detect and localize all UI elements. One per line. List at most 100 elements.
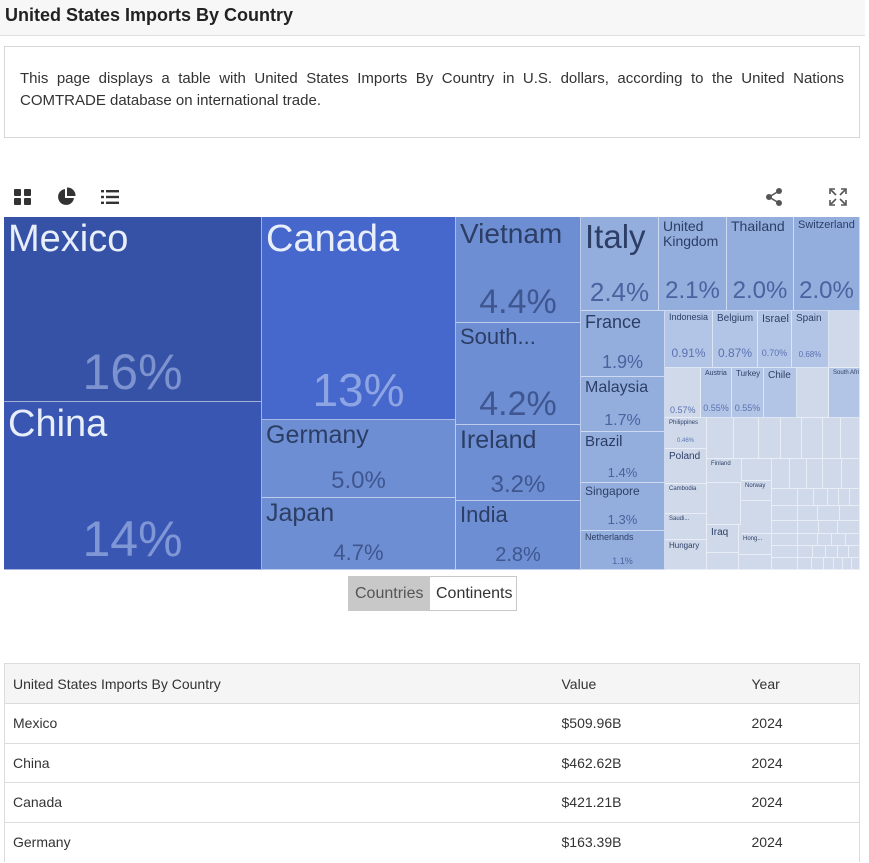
treemap-tile-other[interactable]: [841, 418, 860, 459]
table-row[interactable]: Canada $421.21B 2024: [4, 782, 860, 822]
treemap-tile[interactable]: Brazil 1.4%: [581, 432, 665, 483]
treemap-tile-other[interactable]: [798, 521, 819, 534]
treemap-tile[interactable]: France 1.9%: [581, 311, 665, 377]
treemap-tile[interactable]: South Africa: [829, 368, 860, 418]
treemap-tile-other[interactable]: [707, 418, 734, 459]
treemap-tile[interactable]: Poland: [665, 449, 707, 484]
table-row[interactable]: China $462.62B 2024: [4, 742, 860, 783]
treemap-tile[interactable]: Thailand 2.0%: [727, 217, 794, 311]
treemap-tile-other[interactable]: [772, 459, 790, 489]
treemap-tile[interactable]: Netherlands 1.1%: [581, 531, 665, 570]
treemap-tile-other[interactable]: [852, 558, 860, 570]
treemap-tile[interactable]: Mexico 16%: [4, 217, 262, 402]
treemap-tile-other[interactable]: [832, 534, 846, 546]
treemap-tile-other[interactable]: [813, 546, 826, 558]
treemap-tile-other[interactable]: [807, 459, 823, 489]
treemap-tile-other[interactable]: [790, 459, 807, 489]
treemap-tile[interactable]: Hong...: [739, 534, 772, 555]
treemap-tile[interactable]: Turkey 0.55%: [732, 368, 764, 418]
treemap-tile-other[interactable]: [814, 489, 828, 506]
treemap-tile-other[interactable]: [823, 418, 841, 459]
treemap-tile-other[interactable]: [812, 558, 824, 570]
treemap-tile-other[interactable]: [818, 506, 840, 521]
treemap-tile[interactable]: Japan 4.7%: [262, 498, 456, 570]
treemap-tile-other[interactable]: [742, 459, 772, 481]
treemap-tile[interactable]: China 14%: [4, 402, 262, 570]
treemap-tile-other[interactable]: [842, 459, 860, 489]
treemap-tile[interactable]: Norway: [741, 481, 772, 501]
treemap-tile[interactable]: Indonesia 0.91%: [665, 311, 713, 368]
treemap-tile-other[interactable]: [707, 483, 741, 525]
treemap-tile-other[interactable]: [849, 546, 860, 558]
treemap-tile-other[interactable]: [759, 418, 781, 459]
treemap-tile[interactable]: Philippines 0.46%: [665, 418, 707, 449]
treemap-view-icon[interactable]: [13, 187, 33, 207]
column-header-country[interactable]: United States Imports By Country: [4, 663, 554, 704]
treemap-tile-other[interactable]: [798, 558, 812, 570]
treemap-tile-other[interactable]: [839, 489, 850, 506]
list-view-icon[interactable]: [100, 187, 120, 207]
treemap-tile-other[interactable]: [798, 506, 818, 521]
treemap-tile-other[interactable]: [850, 489, 860, 506]
column-header-year[interactable]: Year: [743, 663, 860, 704]
treemap-tile[interactable]: Iraq: [707, 525, 739, 553]
treemap-tile-other[interactable]: [828, 489, 839, 506]
treemap-tile-other[interactable]: [798, 489, 814, 506]
treemap-tile-other[interactable]: [734, 418, 759, 459]
treemap-tile[interactable]: United Kingdom 2.1%: [659, 217, 727, 311]
treemap-tile[interactable]: Germany 5.0%: [262, 420, 456, 498]
treemap-tile-other[interactable]: [772, 534, 798, 546]
treemap-tile[interactable]: Canada 13%: [262, 217, 456, 420]
table-row[interactable]: Mexico $509.96B 2024: [4, 703, 860, 743]
treemap-tile-other[interactable]: [826, 546, 838, 558]
treemap-tile-other[interactable]: [824, 558, 834, 570]
treemap-tile-other[interactable]: [741, 501, 772, 534]
treemap-tile[interactable]: Italy 2.4%: [581, 217, 659, 311]
treemap-tile[interactable]: Saudi...: [665, 514, 707, 540]
treemap-tile[interactable]: Austria 0.55%: [701, 368, 732, 418]
treemap-tile[interactable]: Cambodia: [665, 484, 707, 514]
treemap-tile[interactable]: Hungary: [665, 540, 707, 570]
treemap-tile-other[interactable]: [840, 506, 860, 521]
treemap-tile-other[interactable]: [829, 311, 860, 368]
column-header-value[interactable]: Value: [553, 663, 744, 704]
treemap-tile-other[interactable]: [798, 546, 813, 558]
treemap-tile-other[interactable]: [707, 553, 739, 570]
treemap-tile[interactable]: Israel 0.70%: [758, 311, 792, 368]
treemap-tile-other[interactable]: [772, 489, 798, 506]
treemap-tile[interactable]: South... 4.2%: [456, 323, 581, 425]
continents-button[interactable]: Continents: [429, 577, 516, 610]
treemap-tile-other[interactable]: [772, 506, 798, 521]
treemap-tile[interactable]: Chile: [764, 368, 797, 418]
treemap-tile-other[interactable]: [772, 546, 798, 558]
treemap-tile-other[interactable]: [838, 521, 860, 534]
treemap-tile-other[interactable]: [781, 418, 802, 459]
treemap-tile-other[interactable]: [823, 459, 842, 489]
table-row[interactable]: Germany $163.39B 2024: [4, 821, 860, 862]
treemap-tile-other[interactable]: [772, 521, 798, 534]
treemap-tile-other[interactable]: [772, 558, 798, 570]
share-icon[interactable]: [764, 187, 784, 207]
treemap-tile-other[interactable]: [846, 534, 860, 546]
treemap-tile[interactable]: Malaysia 1.7%: [581, 377, 665, 432]
treemap-tile-other[interactable]: [834, 558, 843, 570]
treemap-tile-other[interactable]: [818, 534, 832, 546]
treemap-tile[interactable]: Ireland 3.2%: [456, 425, 581, 501]
treemap-tile[interactable]: Spain 0.68%: [792, 311, 829, 368]
countries-button[interactable]: Countries: [349, 577, 429, 610]
treemap-tile[interactable]: Finland: [707, 459, 742, 483]
pie-chart-view-icon[interactable]: [56, 187, 76, 207]
treemap-tile-other[interactable]: [802, 418, 823, 459]
treemap-tile-other[interactable]: [819, 521, 838, 534]
treemap-tile-other[interactable]: [739, 555, 772, 570]
treemap-tile[interactable]: Switzerland 2.0%: [794, 217, 860, 311]
treemap-tile[interactable]: Singapore 1.3%: [581, 483, 665, 531]
treemap-tile[interactable]: India 2.8%: [456, 501, 581, 570]
fullscreen-icon[interactable]: [828, 187, 848, 207]
treemap-tile-other[interactable]: [798, 534, 818, 546]
treemap-tile[interactable]: Vietnam 4.4%: [456, 217, 581, 323]
treemap-tile[interactable]: Belgium 0.87%: [713, 311, 758, 368]
treemap-tile-other[interactable]: [797, 368, 829, 418]
treemap-tile-other[interactable]: [843, 558, 852, 570]
treemap-tile-other[interactable]: [838, 546, 849, 558]
